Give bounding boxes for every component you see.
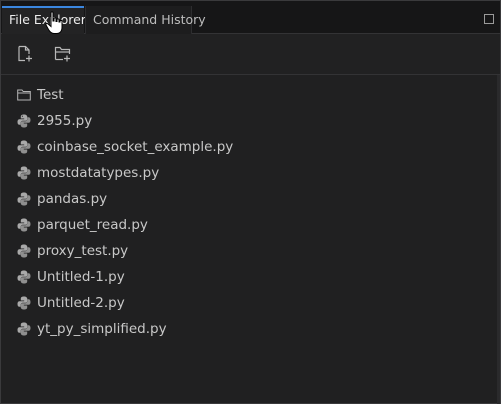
new-file-icon[interactable]: [15, 44, 35, 64]
python-icon: [17, 140, 31, 154]
tab-file-explorer[interactable]: File Explorer: [2, 6, 86, 34]
list-item[interactable]: 2955.py: [1, 108, 500, 134]
hand-cursor-icon: [45, 11, 63, 34]
python-icon: [17, 270, 31, 284]
file-explorer-panel: File Explorer Command History Test 2955.…: [0, 0, 501, 404]
tab-bar: File Explorer Command History: [1, 1, 500, 34]
list-item[interactable]: parquet_read.py: [1, 212, 500, 238]
python-icon: [17, 192, 31, 206]
list-item[interactable]: pandas.py: [1, 186, 500, 212]
list-item[interactable]: mostdatatypes.py: [1, 160, 500, 186]
maximize-icon[interactable]: [484, 14, 494, 24]
list-item[interactable]: coinbase_socket_example.py: [1, 134, 500, 160]
file-name: yt_py_simplified.py: [37, 321, 167, 337]
file-name: 2955.py: [37, 113, 93, 129]
list-item[interactable]: yt_py_simplified.py: [1, 316, 500, 342]
file-name: coinbase_socket_example.py: [37, 139, 234, 155]
file-name: parquet_read.py: [37, 217, 148, 233]
list-item[interactable]: Test: [1, 82, 500, 108]
file-list: Test 2955.py coinbase_socket_example.py …: [1, 82, 500, 342]
python-icon: [17, 114, 31, 128]
folder-icon: [17, 89, 31, 101]
file-name: pandas.py: [37, 191, 108, 207]
python-icon: [17, 166, 31, 180]
python-icon: [17, 296, 31, 310]
python-icon: [17, 218, 31, 232]
new-folder-icon[interactable]: [53, 44, 73, 64]
file-name: proxy_test.py: [37, 243, 129, 259]
list-item[interactable]: Untitled-2.py: [1, 290, 500, 316]
python-icon: [17, 322, 31, 336]
python-icon: [17, 244, 31, 258]
file-name: Untitled-1.py: [37, 269, 125, 285]
file-name: Untitled-2.py: [37, 295, 125, 311]
panel-edge: [497, 75, 500, 404]
tab-command-history[interactable]: Command History: [85, 6, 206, 34]
file-name: Test: [37, 87, 64, 103]
list-item[interactable]: proxy_test.py: [1, 238, 500, 264]
list-item[interactable]: Untitled-1.py: [1, 264, 500, 290]
explorer-toolbar: [1, 34, 500, 75]
file-name: mostdatatypes.py: [37, 165, 160, 181]
